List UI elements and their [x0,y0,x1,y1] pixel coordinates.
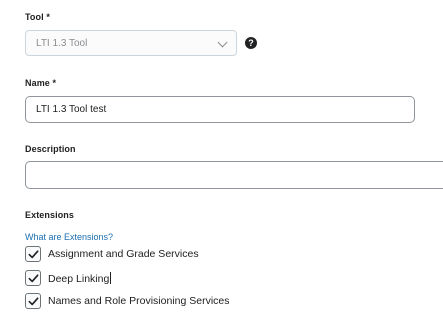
description-label: Description [25,144,76,154]
description-input[interactable] [25,161,443,189]
tool-select-value: LTI 1.3 Tool [36,38,88,49]
deep-linking-checkbox[interactable] [25,270,41,286]
check-icon [28,250,39,259]
names-roles-label: Names and Role Provisioning Services [48,295,230,307]
extension-option-deep-linking[interactable]: Deep Linking [25,269,112,287]
lti-tool-form: Tool * LTI 1.3 Tool ? Name * LTI 1.3 Too… [0,0,443,313]
extensions-heading: Extensions [25,210,75,220]
check-icon [28,274,39,283]
what-are-extensions-link[interactable]: What are Extensions? [25,232,113,242]
assignment-grade-label: Assignment and Grade Services [48,248,199,260]
tool-select[interactable]: LTI 1.3 Tool [25,30,237,56]
check-icon [28,297,39,306]
assignment-grade-checkbox[interactable] [25,246,41,262]
deep-linking-label-text: Deep Linking [48,272,110,285]
names-roles-checkbox[interactable] [25,293,41,309]
tool-label-text: Tool [25,12,44,22]
name-input[interactable]: LTI 1.3 Tool test [25,96,415,123]
name-label: Name * [25,78,56,88]
help-icon[interactable]: ? [245,37,257,49]
chevron-down-icon [217,37,228,48]
tool-required-mark: * [46,12,50,22]
tool-label: Tool * [25,12,50,22]
extension-option-names-roles[interactable]: Names and Role Provisioning Services [25,292,230,310]
name-required-mark: * [52,78,57,88]
deep-linking-label: Deep Linking [48,271,112,285]
extension-option-assignment-grade[interactable]: Assignment and Grade Services [25,245,199,263]
name-label-text: Name [25,78,50,88]
text-cursor [110,271,112,284]
name-input-value: LTI 1.3 Tool test [36,104,107,115]
